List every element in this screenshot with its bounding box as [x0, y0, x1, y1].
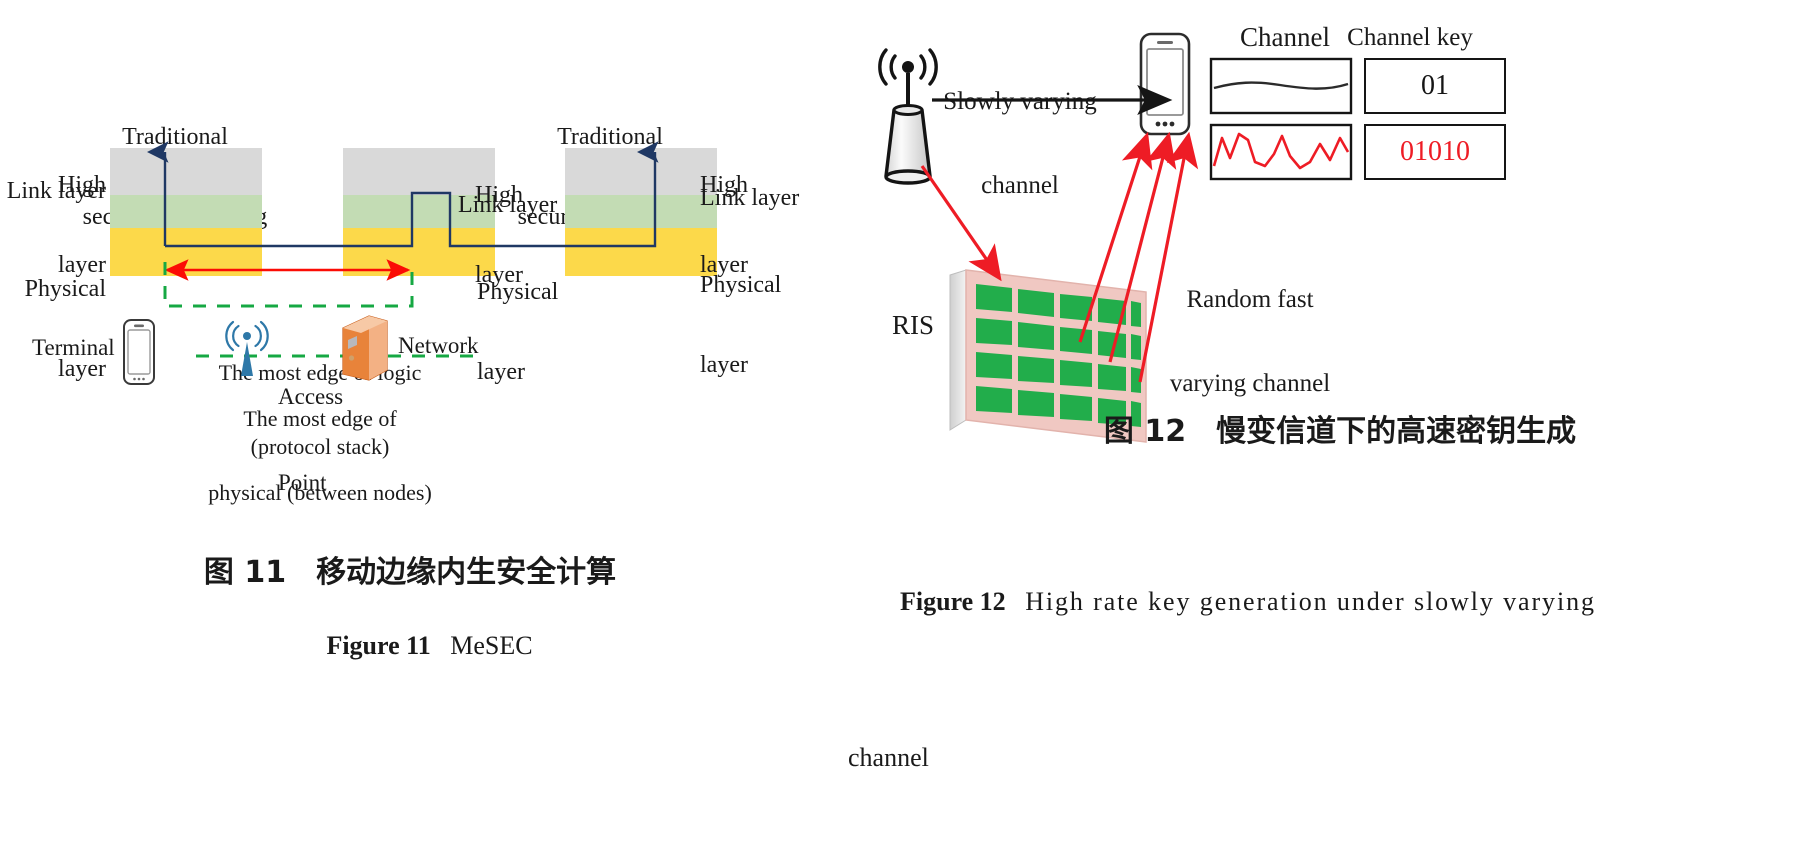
physical-layer-label-right: Physical layer — [700, 218, 781, 433]
figure-12-caption-en-line2: channel — [848, 743, 929, 772]
protocol-stack-terminal — [110, 148, 262, 276]
access-point-label: Access Point — [278, 325, 343, 555]
access-point-line2: Point — [278, 469, 327, 495]
physical-layer-label-left-l1: Physical — [24, 275, 106, 302]
fast-channel-waveform-box — [1209, 123, 1353, 181]
traditional-right-line1: Traditional — [557, 123, 663, 150]
ris-label: RIS — [892, 310, 935, 340]
random-fast-line2: varying channel — [1169, 370, 1331, 397]
slowly-varying-line2: channel — [981, 172, 1059, 199]
slowly-varying-channel-label: Slowly varying channel — [900, 32, 1140, 256]
figure-12-caption-en-gap — [1006, 587, 1026, 616]
link-layer-band-left — [110, 195, 262, 228]
figure-11-caption-en: Figure 11 MeSEC — [60, 602, 760, 689]
slowly-varying-line1: Slowly varying — [943, 88, 1097, 115]
physical-layer-band-right — [565, 228, 717, 276]
physical-layer-label-right-l2: layer — [700, 352, 748, 379]
physical-layer-label-mid: Physical layer — [477, 225, 558, 440]
physical-layer-band-left — [110, 228, 262, 276]
link-layer-label-mid: Link layer — [458, 192, 558, 218]
slow-channel-key-box: 01 — [1364, 58, 1506, 114]
slow-channel-waveform-box — [1209, 57, 1353, 115]
figure-11: Traditional security computing Tradition… — [0, 0, 840, 660]
figure-11-caption-cn: 图 11 移动边缘内生安全计算 — [203, 555, 617, 590]
slow-channel-key-value: 01 — [1421, 70, 1449, 101]
link-layer-label-left: Link layer — [6, 178, 106, 204]
high-layer-band-left — [110, 148, 262, 195]
random-fast-line1: Random fast — [1186, 286, 1314, 313]
access-point-line1: Access — [278, 383, 344, 409]
physical-layer-label-mid-l1: Physical — [477, 278, 559, 305]
high-layer-band-right — [565, 148, 717, 195]
physical-layer-label-right-l1: Physical — [700, 271, 782, 298]
network-label: Network — [398, 333, 479, 358]
physical-layer-band-mid — [343, 228, 495, 276]
user-phone-icon — [1139, 32, 1191, 136]
link-layer-label-right: Link layer — [700, 185, 800, 211]
fast-channel-key-value: 01010 — [1400, 136, 1470, 167]
figure-12-caption-en-prefix: Figure 12 — [900, 587, 1006, 616]
figure-12-caption-en-text: High rate key generation under slowly va… — [1025, 587, 1596, 616]
figure-12-caption-cn: 图 12 慢变信道下的高速密钥生成 — [1103, 414, 1577, 449]
figure-12-caption-en-line1: Figure 12 High rate key generation under… — [848, 543, 1810, 660]
figure-12-caption-en: Figure 12 High rate key generation under… — [848, 465, 1810, 855]
channel-key-column-header: Channel key — [1347, 24, 1473, 51]
figure-12: Slowly varying channel RIS Random fast v… — [840, 0, 1812, 772]
figure-page: Traditional security computing Tradition… — [0, 0, 1812, 772]
terminal-label: Terminal — [32, 335, 115, 360]
terminal-phone-icon — [123, 319, 155, 385]
protocol-stack-network — [565, 148, 717, 276]
link-layer-band-right — [565, 195, 717, 228]
high-layer-band-mid — [343, 148, 495, 195]
physical-layer-label-left: Physical layer — [0, 222, 106, 437]
physical-layer-label-mid-l2: layer — [477, 359, 525, 386]
fast-channel-key-box: 01010 — [1364, 124, 1506, 180]
